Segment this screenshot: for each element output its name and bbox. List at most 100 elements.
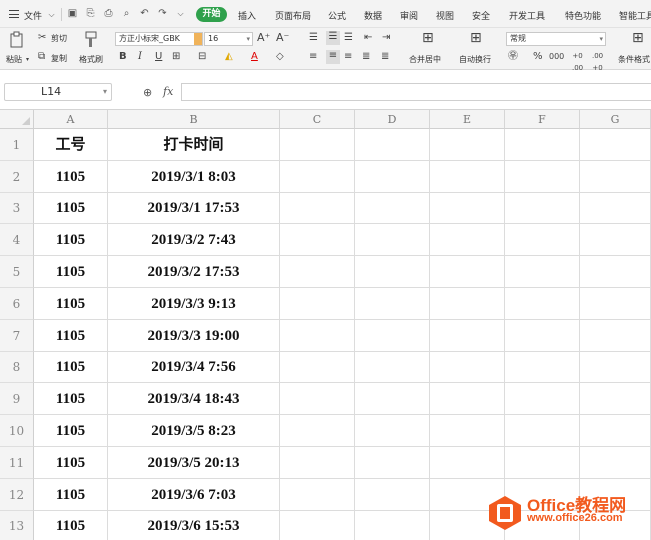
- cell-a4[interactable]: 1105: [34, 224, 108, 256]
- zoom-icon[interactable]: ⊕: [143, 86, 152, 99]
- cell-f6[interactable]: [505, 288, 580, 320]
- cell-e2[interactable]: [430, 161, 505, 193]
- cell-c3[interactable]: [280, 193, 355, 224]
- thousands-separator-icon[interactable]: 000: [549, 51, 564, 63]
- column-header-e[interactable]: E: [430, 110, 505, 129]
- merge-center-button[interactable]: 合并居中: [409, 54, 441, 65]
- row-header-9[interactable]: 9: [0, 383, 34, 415]
- column-header-d[interactable]: D: [355, 110, 430, 129]
- cell-f9[interactable]: [505, 383, 580, 415]
- indent-increase-icon[interactable]: ⇥: [382, 32, 390, 44]
- cell-a10[interactable]: 1105: [34, 415, 108, 447]
- tab-page-layout[interactable]: 页面布局: [275, 9, 311, 22]
- cell-b6[interactable]: 2019/3/3 9:13: [108, 288, 280, 320]
- cell-d3[interactable]: [355, 193, 430, 224]
- cell-b5[interactable]: 2019/3/2 17:53: [108, 256, 280, 288]
- cell-b8[interactable]: 2019/3/4 7:56: [108, 352, 280, 383]
- cell-c9[interactable]: [280, 383, 355, 415]
- undo-icon[interactable]: ↶: [139, 8, 150, 19]
- cell-f4[interactable]: [505, 224, 580, 256]
- cell-c12[interactable]: [280, 479, 355, 511]
- cell-c4[interactable]: [280, 224, 355, 256]
- cell-style-icon[interactable]: ⊟: [198, 51, 206, 63]
- column-header-a[interactable]: A: [34, 110, 108, 129]
- tab-security[interactable]: 安全: [472, 9, 490, 22]
- italic-icon[interactable]: I: [138, 51, 142, 63]
- cell-f8[interactable]: [505, 352, 580, 383]
- cell-a7[interactable]: 1105: [34, 320, 108, 352]
- cell-a12[interactable]: 1105: [34, 479, 108, 511]
- row-header-2[interactable]: 2: [0, 161, 34, 193]
- cell-g9[interactable]: [580, 383, 651, 415]
- tab-insert[interactable]: 插入: [238, 9, 256, 22]
- cell-d8[interactable]: [355, 352, 430, 383]
- cell-e3[interactable]: [430, 193, 505, 224]
- row-header-8[interactable]: 8: [0, 352, 34, 383]
- row-header-6[interactable]: 6: [0, 288, 34, 320]
- column-header-f[interactable]: F: [505, 110, 580, 129]
- cell-b3[interactable]: 2019/3/1 17:53: [108, 193, 280, 224]
- cell-e9[interactable]: [430, 383, 505, 415]
- file-menu[interactable]: 文件: [24, 9, 42, 22]
- copy-icon[interactable]: ⧉: [38, 51, 45, 63]
- column-header-g[interactable]: G: [580, 110, 651, 129]
- cell-e6[interactable]: [430, 288, 505, 320]
- format-painter-button[interactable]: 格式刷: [79, 54, 103, 65]
- cell-a11[interactable]: 1105: [34, 447, 108, 479]
- row-header-13[interactable]: 13: [0, 511, 34, 540]
- row-header-3[interactable]: 3: [0, 193, 34, 224]
- cell-a13[interactable]: 1105: [34, 511, 108, 540]
- cell-d7[interactable]: [355, 320, 430, 352]
- chevron-down-icon[interactable]: ⌵: [46, 9, 57, 20]
- cell-f2[interactable]: [505, 161, 580, 193]
- cell-b2[interactable]: 2019/3/1 8:03: [108, 161, 280, 193]
- cell-a5[interactable]: 1105: [34, 256, 108, 288]
- cell-c6[interactable]: [280, 288, 355, 320]
- font-name-select[interactable]: 方正小标宋_GBK: [115, 32, 203, 46]
- tab-smart-tools[interactable]: 智能工具: [619, 9, 651, 22]
- currency-icon[interactable]: ㉾: [508, 51, 518, 63]
- select-all-corner[interactable]: [0, 110, 34, 129]
- tab-developer[interactable]: 开发工具: [509, 9, 545, 22]
- row-header-7[interactable]: 7: [0, 320, 34, 352]
- cell-d11[interactable]: [355, 447, 430, 479]
- justify-icon[interactable]: ≣: [362, 51, 370, 63]
- column-header-c[interactable]: C: [280, 110, 355, 129]
- formula-input[interactable]: [181, 83, 651, 101]
- clear-format-icon[interactable]: ◇: [276, 51, 284, 63]
- cell-c13[interactable]: [280, 511, 355, 540]
- cell-a1[interactable]: 工号: [34, 129, 108, 161]
- paste-button[interactable]: 粘贴: [6, 54, 22, 65]
- cell-f3[interactable]: [505, 193, 580, 224]
- menu-icon[interactable]: [9, 10, 19, 18]
- cell-d4[interactable]: [355, 224, 430, 256]
- font-color-icon[interactable]: A: [251, 51, 258, 63]
- cell-d13[interactable]: [355, 511, 430, 540]
- number-format-select[interactable]: 常规 ▾: [506, 32, 606, 46]
- cell-b9[interactable]: 2019/3/4 18:43: [108, 383, 280, 415]
- cell-b10[interactable]: 2019/3/5 8:23: [108, 415, 280, 447]
- print-preview-icon[interactable]: ⌕: [121, 8, 132, 19]
- cell-g1[interactable]: [580, 129, 651, 161]
- tab-home[interactable]: 开始: [196, 7, 227, 22]
- cut-icon[interactable]: ✂: [38, 32, 46, 44]
- cell-c2[interactable]: [280, 161, 355, 193]
- paste-icon[interactable]: [9, 31, 25, 48]
- cell-b12[interactable]: 2019/3/6 7:03: [108, 479, 280, 511]
- cell-e7[interactable]: [430, 320, 505, 352]
- fill-color-icon[interactable]: ◭: [225, 51, 233, 63]
- cell-g5[interactable]: [580, 256, 651, 288]
- align-bottom-icon[interactable]: ☰: [344, 32, 353, 44]
- align-center-icon[interactable]: ≡: [326, 50, 340, 64]
- fx-icon[interactable]: fx: [163, 85, 173, 98]
- column-header-b[interactable]: B: [108, 110, 280, 129]
- customize-chevron-icon[interactable]: ⌵: [175, 8, 186, 19]
- cell-b11[interactable]: 2019/3/5 20:13: [108, 447, 280, 479]
- cell-c10[interactable]: [280, 415, 355, 447]
- cell-g8[interactable]: [580, 352, 651, 383]
- cell-c7[interactable]: [280, 320, 355, 352]
- row-header-10[interactable]: 10: [0, 415, 34, 447]
- cell-d1[interactable]: [355, 129, 430, 161]
- cell-c11[interactable]: [280, 447, 355, 479]
- cell-c1[interactable]: [280, 129, 355, 161]
